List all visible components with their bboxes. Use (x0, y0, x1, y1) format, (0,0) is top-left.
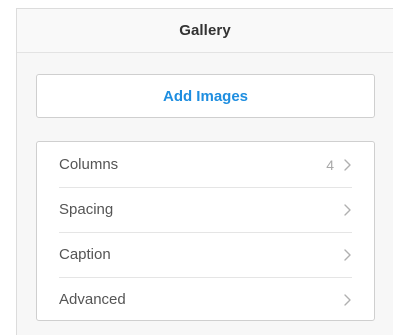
row-value: 4 (326, 156, 334, 173)
chevron-right-icon (342, 248, 352, 262)
page-title: Gallery (179, 22, 231, 39)
chevron-right-icon (342, 293, 352, 307)
settings-row-caption[interactable]: Caption (37, 232, 374, 277)
settings-row-advanced[interactable]: Advanced (37, 277, 374, 320)
settings-row-spacing[interactable]: Spacing (37, 187, 374, 232)
row-label: Columns (59, 156, 119, 173)
panel-header: Gallery (17, 9, 393, 53)
row-label: Spacing (59, 201, 114, 218)
add-images-button[interactable]: Add Images (36, 74, 375, 118)
row-label: Caption (59, 246, 111, 263)
settings-list: Columns 4 Spacing Caption Advanced (36, 141, 375, 321)
row-label: Advanced (59, 291, 126, 308)
settings-row-columns[interactable]: Columns 4 (37, 142, 374, 187)
chevron-right-icon (342, 203, 352, 217)
gallery-panel: Gallery Add Images Columns 4 Spacing Cap… (16, 8, 393, 335)
chevron-right-icon (342, 158, 352, 172)
